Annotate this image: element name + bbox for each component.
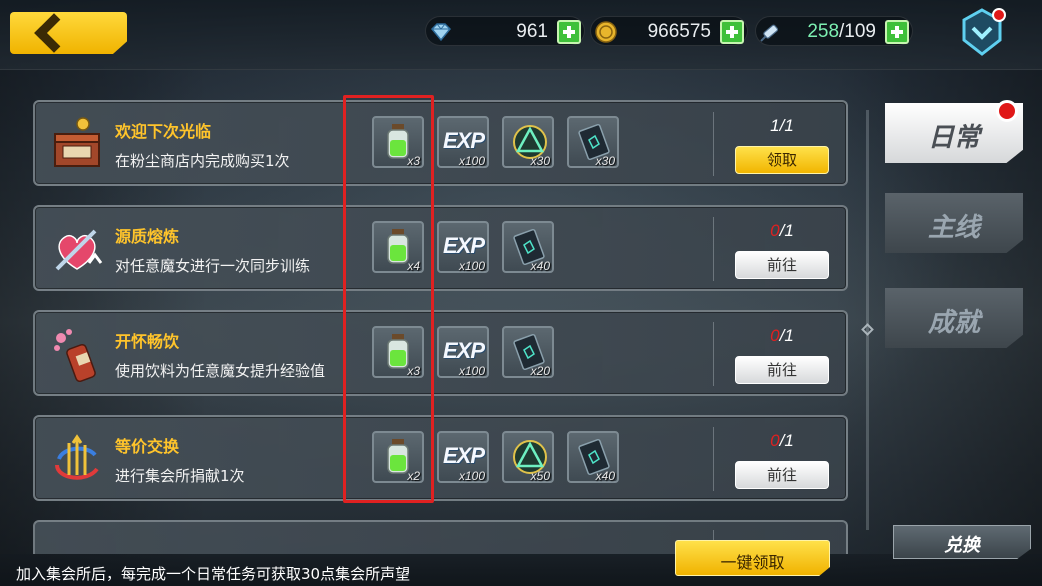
reward-count: x30 bbox=[530, 154, 550, 168]
task-progress: 0/1 bbox=[770, 326, 794, 345]
task-title: 欢迎下次光临 bbox=[115, 122, 212, 141]
reward-count: x40 bbox=[595, 469, 615, 483]
tab-achievements[interactable]: 成就 bbox=[885, 288, 1023, 348]
highlight-box bbox=[343, 95, 434, 503]
divider bbox=[713, 217, 714, 281]
reward-card[interactable]: x40 bbox=[567, 431, 619, 483]
divider bbox=[713, 427, 714, 491]
task-progress: 1/1 bbox=[770, 116, 794, 135]
claim-all-button[interactable]: 一键领取 bbox=[675, 540, 830, 576]
gold-coin-icon bbox=[595, 21, 617, 43]
add-stamina-button[interactable] bbox=[885, 20, 909, 44]
reward-emblem[interactable]: x30 bbox=[502, 116, 554, 168]
reward-card[interactable]: x30 bbox=[567, 116, 619, 168]
diamond-counter: 961 bbox=[425, 16, 585, 46]
task-card: 欢迎下次光临 在粉尘商店内完成购买1次 x3 EXP x100 x30 x30 … bbox=[33, 100, 848, 186]
exchange-button[interactable]: 兑换 bbox=[893, 525, 1031, 559]
reward-count: x20 bbox=[530, 364, 550, 378]
back-button[interactable] bbox=[10, 12, 127, 54]
tab-label: 成就 bbox=[927, 308, 980, 338]
claim-all-label: 一键领取 bbox=[720, 553, 785, 572]
task-description: 在粉尘商店内完成购买1次 bbox=[115, 152, 290, 170]
tab-main-story[interactable]: 主线 bbox=[885, 193, 1023, 253]
add-diamond-button[interactable] bbox=[557, 20, 581, 44]
task-card: 源质熔炼 对任意魔女进行一次同步训练 x4 EXP x100 x40 0/1 前… bbox=[33, 205, 848, 291]
go-button[interactable]: 前往 bbox=[735, 356, 829, 384]
reward-emblem[interactable]: x50 bbox=[502, 431, 554, 483]
footer-note: 加入集会所后，每完成一个日常任务可获取30点集会所声望 bbox=[16, 565, 411, 583]
wine-bottle-icon bbox=[54, 329, 96, 383]
reward-card[interactable]: x40 bbox=[502, 221, 554, 273]
donation-box-icon bbox=[54, 117, 100, 167]
task-card: 开怀畅饮 使用饮料为任意魔女提升经验值 x3 EXP x100 x20 0/1 … bbox=[33, 310, 848, 396]
task-title: 等价交换 bbox=[115, 437, 180, 456]
go-button[interactable]: 前往 bbox=[735, 251, 829, 279]
reward-exp[interactable]: EXP x100 bbox=[437, 116, 489, 168]
reward-count: x30 bbox=[595, 154, 615, 168]
scrollbar-track[interactable] bbox=[866, 110, 869, 530]
reward-count: x100 bbox=[458, 259, 485, 273]
task-description: 使用饮料为任意魔女提升经验值 bbox=[115, 362, 326, 380]
exchange-label: 兑换 bbox=[944, 535, 980, 556]
reward-card[interactable]: x20 bbox=[502, 326, 554, 378]
task-progress: 0/1 bbox=[770, 221, 794, 240]
notification-dot bbox=[992, 8, 1006, 22]
exp-icon: EXP bbox=[443, 128, 485, 153]
task-title: 源质熔炼 bbox=[115, 227, 180, 246]
exp-icon: EXP bbox=[443, 338, 485, 363]
reward-count: x40 bbox=[530, 259, 550, 273]
reward-exp[interactable]: EXP x100 bbox=[437, 326, 489, 378]
task-progress: 0/1 bbox=[770, 431, 794, 450]
chevron-left-icon bbox=[34, 13, 74, 53]
exp-icon: EXP bbox=[443, 443, 485, 468]
diamond-value: 961 bbox=[516, 21, 548, 42]
task-card: 等价交换 进行集会所捐献1次 x2 EXP x100 x50 x40 0/1 前… bbox=[33, 415, 848, 501]
tab-label: 日常 bbox=[927, 123, 980, 153]
reward-exp[interactable]: EXP x100 bbox=[437, 431, 489, 483]
add-gold-button[interactable] bbox=[720, 20, 744, 44]
diamond-icon bbox=[430, 23, 452, 42]
divider bbox=[713, 322, 714, 386]
stamina-counter: 258/109 bbox=[755, 16, 913, 46]
stamina-value: 258/109 bbox=[807, 21, 876, 42]
gold-counter: 966575 bbox=[590, 16, 748, 46]
task-description: 对任意魔女进行一次同步训练 bbox=[115, 257, 311, 275]
top-bar: 961 966575 258/109 bbox=[0, 0, 1042, 70]
reward-count: x100 bbox=[458, 469, 485, 483]
divider bbox=[713, 112, 714, 176]
go-button[interactable]: 前往 bbox=[735, 461, 829, 489]
exchange-arrows-icon bbox=[55, 434, 99, 480]
tab-label: 主线 bbox=[927, 213, 980, 243]
reward-count: x100 bbox=[458, 154, 485, 168]
exp-icon: EXP bbox=[443, 233, 485, 258]
notification-dot bbox=[996, 100, 1018, 122]
reward-count: x50 bbox=[530, 469, 550, 483]
task-description: 进行集会所捐献1次 bbox=[115, 467, 245, 485]
gold-value: 966575 bbox=[647, 21, 711, 42]
sword-heart-icon bbox=[55, 229, 103, 271]
reward-count: x100 bbox=[458, 364, 485, 378]
task-title: 开怀畅饮 bbox=[115, 332, 180, 351]
reward-exp[interactable]: EXP x100 bbox=[437, 221, 489, 273]
claim-button[interactable]: 领取 bbox=[735, 146, 829, 174]
syringe-icon bbox=[760, 24, 779, 42]
